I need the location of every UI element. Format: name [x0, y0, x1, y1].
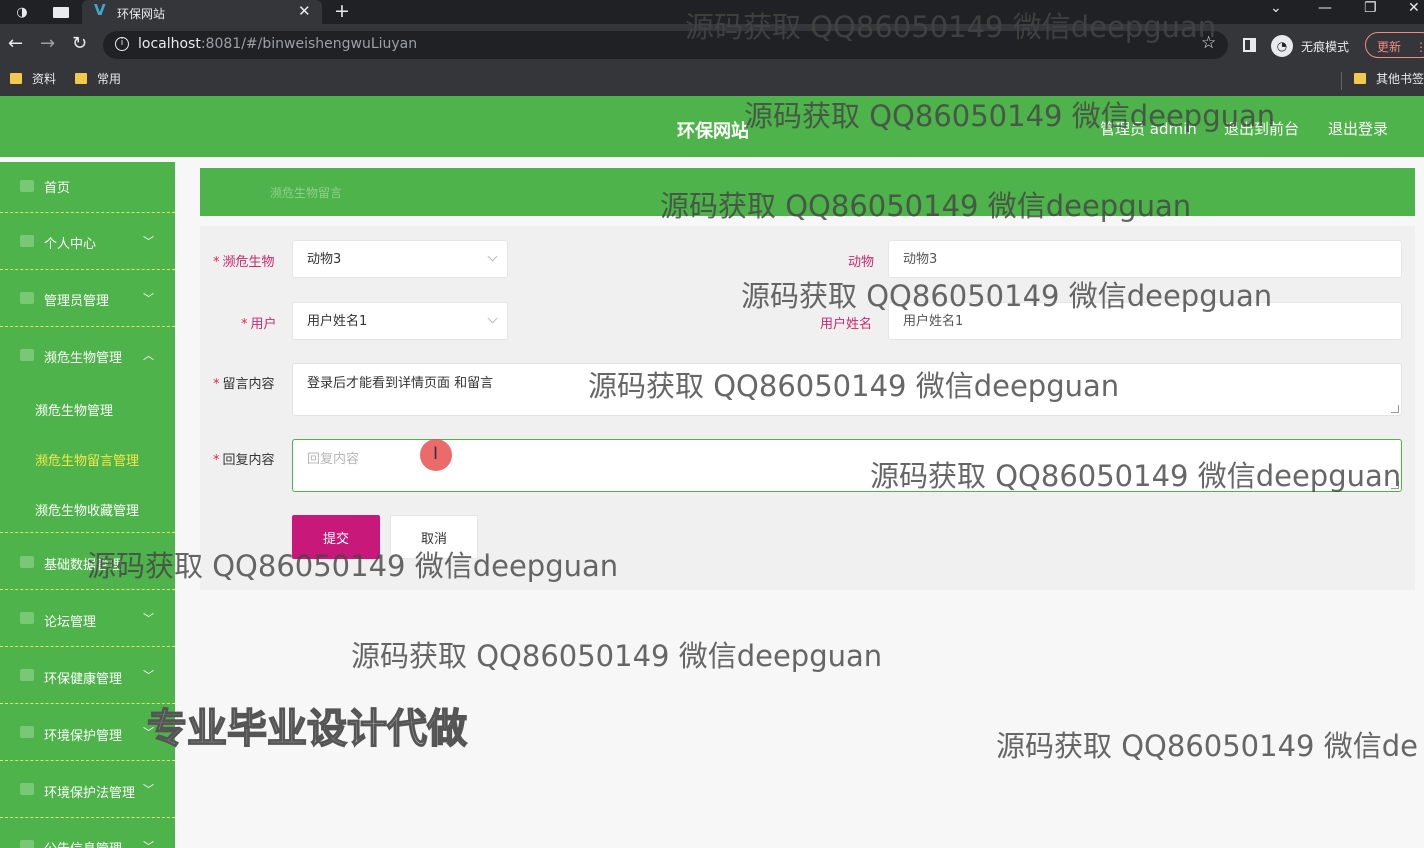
incognito-icon: ◔	[1271, 35, 1293, 57]
data-icon	[20, 556, 34, 568]
username-field[interactable]: 用户姓名1	[888, 302, 1402, 340]
forum-icon	[20, 612, 34, 624]
tab-search-icon[interactable]: ⌄	[1270, 0, 1282, 16]
admin-label: 管理员 admin	[1100, 120, 1197, 138]
bookmarks-bar: 资料 常用 其他书签	[0, 66, 1424, 96]
admin-icon	[20, 292, 34, 304]
back-icon[interactable]: ←	[8, 33, 23, 54]
bookmark-folder-changyong[interactable]: 常用	[75, 70, 121, 87]
sidebar-item-home[interactable]: 首页	[0, 162, 175, 213]
chevron-up-icon: ︿	[143, 349, 154, 362]
exit-to-front-link[interactable]: 退出到前台	[1224, 118, 1299, 139]
site-title: 环保网站	[677, 121, 749, 142]
reply-label: * 回复内容	[213, 453, 275, 468]
address-bar: ← → ↻ i localhost:8081/#/binweishengwuLi…	[0, 24, 1424, 66]
chevron-down-icon: ﹀	[143, 669, 154, 682]
folder-icon	[1354, 73, 1366, 84]
browser-tab-bar: ◑ V 环保网站 ✕ + ⌄ — ❐ ✕	[0, 0, 1424, 24]
reload-icon[interactable]: ↻	[72, 33, 87, 54]
animal-field[interactable]: 动物3	[888, 240, 1402, 278]
watermark: 源码获取 QQ86050149 微信deepguan	[351, 639, 883, 673]
breadcrumb-current: 濒危生物留言	[270, 186, 343, 200]
tab-strip-icon[interactable]	[52, 3, 70, 21]
chevron-down-icon: ﹀	[143, 235, 154, 248]
browser-menu-icon[interactable]: ◑	[13, 3, 31, 21]
folder-icon	[75, 73, 87, 84]
mouse-cursor-icon: I	[420, 439, 452, 471]
law-icon	[20, 783, 34, 795]
other-bookmarks[interactable]: 其他书签	[1354, 70, 1424, 87]
species-icon	[20, 349, 34, 361]
sidebar-item-law[interactable]: 环境保护法管理 ﹀	[0, 761, 175, 818]
new-tab-icon[interactable]: +	[334, 0, 350, 22]
message-label: * 留言内容	[213, 377, 275, 392]
url-field[interactable]: i localhost:8081/#/binweishengwuLiuyan ☆	[103, 31, 1228, 59]
update-button[interactable]: 更新 ⋮	[1365, 32, 1424, 58]
username-label: 用户姓名	[820, 317, 873, 332]
user-icon	[20, 235, 34, 247]
sidebar-item-personal[interactable]: 个人中心 ﹀	[0, 213, 175, 270]
chevron-down-icon	[487, 251, 498, 262]
bookmark-star-icon[interactable]: ☆	[1201, 33, 1216, 53]
subitem-species-favorites[interactable]: 濒危生物收藏管理	[35, 500, 139, 519]
forward-icon[interactable]: →	[40, 33, 55, 54]
side-panel-icon[interactable]	[1243, 38, 1256, 52]
resize-handle-icon[interactable]	[1391, 405, 1399, 413]
app-header: 环保网站 管理员 admin 退出到前台 退出登录	[0, 96, 1424, 157]
user-select[interactable]: 用户姓名1	[292, 302, 508, 340]
sidebar-item-admins[interactable]: 管理员管理 ﹀	[0, 270, 175, 327]
resize-handle-icon[interactable]	[1391, 481, 1399, 489]
submit-button[interactable]: 提交	[292, 515, 380, 559]
sidebar-item-forum[interactable]: 论坛管理 ﹀	[0, 590, 175, 647]
sidebar-item-basedata[interactable]: 基础数据管理	[0, 533, 175, 590]
bookmark-folder-ziliao[interactable]: 资料	[10, 70, 56, 87]
watermark: 源码获取 QQ86050149 微信de	[996, 729, 1418, 763]
animal-label: 动物	[848, 255, 875, 270]
subitem-species-manage[interactable]: 濒危生物管理	[35, 400, 113, 419]
chevron-down-icon: ﹀	[143, 840, 154, 848]
window-close-icon[interactable]: ✕	[1408, 0, 1420, 16]
chevron-down-icon	[487, 313, 498, 324]
site-info-icon[interactable]: i	[115, 37, 129, 51]
tab-title: 环保网站	[117, 7, 166, 21]
species-label: * 濒危生物	[213, 255, 275, 270]
subitem-species-messages[interactable]: 濒危生物留言管理	[35, 450, 139, 469]
logout-link[interactable]: 退出登录	[1328, 118, 1388, 139]
sidebar-item-notice[interactable]: 公告信息管理 ﹀	[0, 818, 175, 848]
minimize-icon[interactable]: —	[1318, 0, 1332, 16]
chevron-down-icon: ﹀	[143, 292, 154, 305]
url-text: localhost:8081/#/binweishengwuLiuyan	[138, 36, 418, 52]
reply-textarea[interactable]: 回复内容	[292, 439, 1402, 492]
vue-favicon-icon: V	[94, 1, 106, 19]
browser-tab[interactable]: V 环保网站 ✕	[82, 0, 322, 24]
breadcrumb: 濒危生物留言	[200, 168, 1415, 216]
sidebar-item-endangered[interactable]: 濒危生物管理 ︿ 濒危生物管理 濒危生物留言管理 濒危生物收藏管理	[0, 327, 175, 533]
chevron-down-icon: ﹀	[143, 612, 154, 625]
restore-icon[interactable]: ❐	[1364, 0, 1377, 16]
tab-close-icon[interactable]: ✕	[298, 2, 311, 20]
folder-icon	[10, 73, 22, 84]
home-icon	[20, 180, 34, 192]
notice-icon	[20, 840, 34, 848]
species-select[interactable]: 动物3	[292, 240, 508, 278]
cancel-button[interactable]: 取消	[390, 515, 478, 559]
chevron-down-icon: ﹀	[143, 783, 154, 796]
incognito-label: 无痕模式	[1301, 40, 1350, 54]
protection-icon	[20, 726, 34, 738]
message-textarea[interactable]: 登录后才能看到详情页面 和留言	[292, 363, 1402, 416]
user-label: * 用户	[241, 317, 277, 332]
health-icon	[20, 669, 34, 681]
promo-watermark: 专业毕业设计代做	[146, 705, 468, 753]
